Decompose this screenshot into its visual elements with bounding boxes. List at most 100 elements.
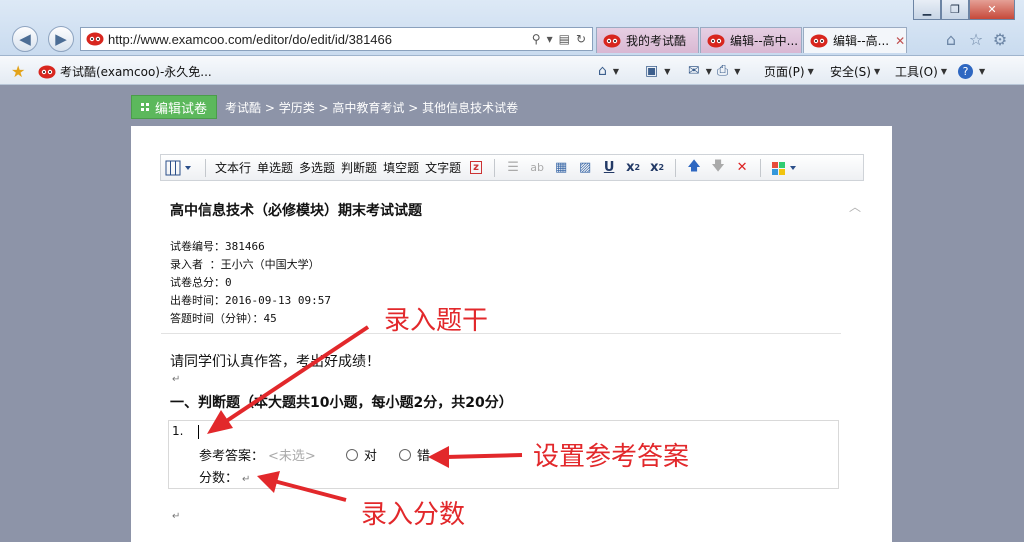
feeds-button[interactable]: ▣ ▼ [645,62,670,80]
section-title: 一、判断题（本大题共10小题，每小题2分，共20分） [170,395,513,411]
chevron-down-icon: ▼ [664,66,671,76]
examcoo-logo-icon [86,32,104,46]
breadcrumb[interactable]: 考试酷 > 学历类 > 高中教育考试 > 其他信息技术试卷 [225,99,518,116]
edit-paper-label: 编辑试卷 [155,101,208,117]
mail-icon: ✉ [688,63,700,79]
chevron-down-icon: ▼ [979,66,986,76]
tab-label: 我的考试酷 [626,34,687,48]
fill-blank-button[interactable]: 填空题 [380,158,422,178]
paragraph-mark: ↵ [172,511,181,522]
text-cursor [198,425,199,439]
close-window-button[interactable]: ✕ [969,0,1015,20]
chevron-down-icon: ▼ [734,66,741,76]
reference-answer-placeholder: <未选> [268,449,316,464]
add-block-icon[interactable] [769,158,803,178]
scroll-up-icon[interactable]: ︿ [847,198,863,214]
z-icon[interactable]: z [466,158,486,178]
address-bar[interactable]: http://www.examcoo.com/editor/do/edit/id… [80,27,593,51]
dropdown-arrow-icon[interactable]: ▾ [547,32,553,46]
move-down-icon[interactable]: 🡇 [708,158,728,178]
tools-menu[interactable]: 工具(O) ▼ [895,62,947,80]
paper-created-time: 出卷时间：2016-09-13 09:57 [170,294,331,307]
editor-sheet: 文本行 单选题 多选题 判断题 填空题 文字题 z ☰ ab ▦ ▨ U x2 … [131,126,892,542]
delete-icon[interactable]: ✕ [732,158,752,178]
image-icon[interactable]: ▨ [575,158,595,178]
help-menu[interactable]: ? ▼ [958,62,985,80]
chevron-down-icon: ▼ [612,66,620,76]
radio-true[interactable] [345,448,358,461]
refresh-icon[interactable]: ↻ [576,32,586,46]
essay-button[interactable]: 文字题 [422,158,464,178]
examcoo-logo-icon [707,34,725,47]
tools-menu-label: 工具(O) [895,64,938,79]
tab-my-examcoo[interactable]: 我的考试酷 [596,27,699,53]
search-icon[interactable]: ⚲ [532,32,541,46]
underline-icon[interactable]: U [599,158,619,178]
columns-icon[interactable] [163,158,197,178]
print-icon: ⎙ [717,63,729,79]
superscript-icon[interactable]: x2 [647,158,667,178]
toolbar-divider [494,158,496,177]
url-text: http://www.examcoo.com/editor/do/edit/id… [108,31,392,47]
favorites-bar-link[interactable]: 考试酷(examcoo)-永久免... [38,63,212,80]
minimize-button[interactable]: ▁ [913,0,941,20]
option-false-label: 错 [416,449,430,464]
instructions-text: 请同学们认真作答，考出好成绩！ [170,354,380,370]
settings-gear-icon[interactable]: ⚙ [990,29,1010,49]
examcoo-logo-icon [810,34,828,47]
add-favorite-icon[interactable]: ★ [11,62,25,81]
toolbar-divider [760,158,762,177]
edit-paper-button[interactable]: 编辑试卷 [131,95,218,119]
single-choice-button[interactable]: 单选题 [254,158,296,178]
maximize-button[interactable]: ❐ [941,0,969,20]
tab-edit-active[interactable]: 编辑--高... ✕ [803,27,907,53]
text-line-button[interactable]: 文本行 [212,158,254,178]
radio-false[interactable] [398,448,411,461]
tab-label: 编辑--高... [833,34,890,48]
subscript-icon[interactable]: x2 [623,158,643,178]
favorites-link-label: 考试酷(examcoo)-永久免... [60,65,212,79]
tab-edit-1[interactable]: 编辑--高中... [700,27,802,53]
editor-toolbar: 文本行 单选题 多选题 判断题 填空题 文字题 z ☰ ab ▦ ▨ U x2 … [160,154,864,181]
forward-button[interactable]: ▶ [48,26,74,52]
chevron-down-icon: ▼ [807,66,814,76]
safety-menu-label: 安全(S) [830,64,871,79]
option-true[interactable]: 对 [345,445,377,464]
chevron-down-icon: ▼ [873,66,881,76]
home-icon[interactable]: ⌂ [941,29,961,49]
page-header: 编辑试卷 考试酷 > 学历类 > 高中教育考试 > 其他信息技术试卷 [131,95,518,119]
table-icon[interactable]: ▦ [551,158,571,178]
compatibility-view-icon[interactable]: ▤ [559,32,570,46]
paper-title: 高中信息技术（必修模块）期末考试试题 [170,203,422,219]
move-up-icon[interactable]: 🡅 [684,158,704,178]
annotation-answer: 设置参考答案 [533,442,690,472]
reference-answer-row: 参考答案： <未选> 对 错 [199,445,452,464]
multi-choice-button[interactable]: 多选题 [296,158,338,178]
spellcheck-icon[interactable]: ab [527,158,547,178]
print-button[interactable]: ⎙ ▼ [717,62,740,80]
examcoo-logo-icon [603,34,621,47]
favorites-star-icon[interactable]: ☆ [966,29,986,49]
browser-titlebar: ▁ ❐ ✕ ◀ ▶ http://www.examcoo.com/editor/… [0,0,1024,56]
question-number: 1. [172,424,184,438]
close-tab-icon[interactable]: ✕ [895,34,905,48]
grid-icon [141,103,149,111]
command-bar: ★ 考试酷(examcoo)-永久免... ⌂ ▼ ▣ ▼ ✉ ▼ ⎙ ▼ 页面(P) ▼… [0,56,1024,85]
tab-label: 编辑--高中... [730,34,799,48]
back-button[interactable]: ◀ [12,26,38,52]
home-menu-button[interactable]: ⌂ ▼ [598,62,619,80]
home-icon: ⌂ [598,63,607,79]
list-icon[interactable]: ☰ [503,158,523,178]
paper-total-score: 试卷总分：0 [170,276,232,289]
examcoo-logo-icon [38,65,56,78]
option-false[interactable]: 错 [398,445,430,464]
mail-button[interactable]: ✉ ▼ [688,62,712,80]
safety-menu[interactable]: 安全(S) ▼ [830,62,880,80]
page-menu[interactable]: 页面(P) ▼ [764,62,814,80]
question-block[interactable]: 1. 参考答案： <未选> 对 错 分数： ↵ [168,420,839,489]
score-row[interactable]: 分数： ↵ [199,467,250,486]
true-false-button[interactable]: 判断题 [338,158,380,178]
annotation-stem: 录入题干 [384,306,489,336]
page-menu-label: 页面(P) [764,64,805,79]
paragraph-mark: ↵ [242,474,251,485]
